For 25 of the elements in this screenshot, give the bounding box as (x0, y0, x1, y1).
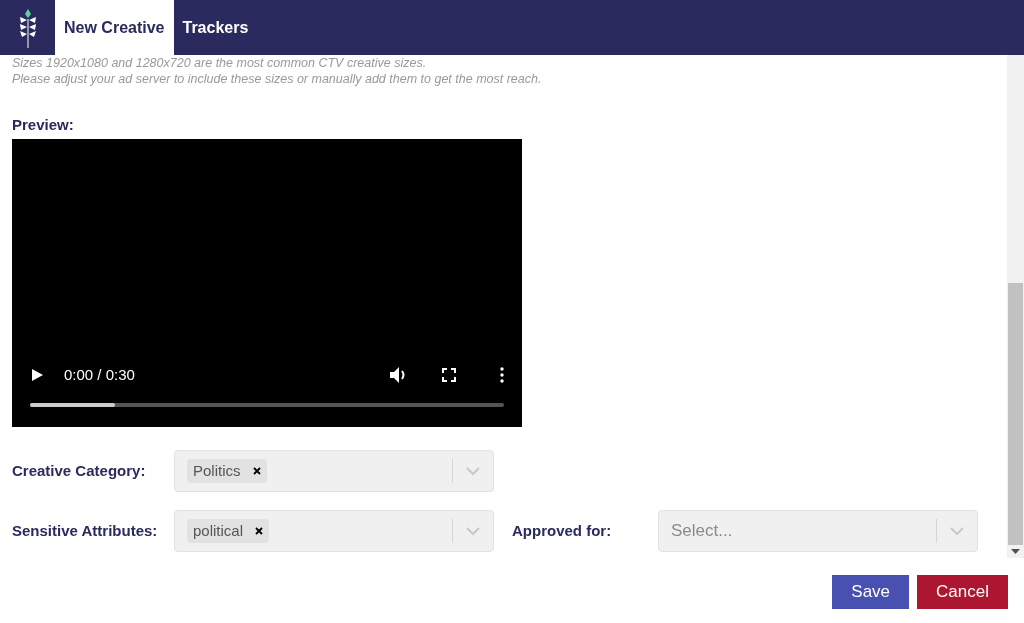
fullscreen-icon[interactable] (442, 368, 456, 382)
more-icon[interactable] (500, 367, 504, 383)
tab[interactable]: New Creative (55, 0, 174, 55)
play-icon[interactable] (30, 368, 44, 382)
select-field[interactable]: Politics (174, 450, 494, 492)
tab[interactable]: Trackers (173, 0, 258, 55)
hint-text: Please adjust your ad server to include these sizes or manually add them to get the most reach. (12, 71, 543, 87)
select-field[interactable]: political (174, 510, 494, 552)
tag: Politics (187, 459, 267, 483)
scroll-down-icon[interactable] (1011, 549, 1020, 554)
video-player[interactable]: 0:00 / 0:30 (12, 139, 522, 427)
field-label: Preview: (12, 116, 74, 133)
save-button[interactable]: Save (832, 575, 910, 609)
select-placeholder: Select... (671, 520, 733, 543)
hint-text: Sizes 1920x1080 and 1280x720 are the most common CTV creative sizes. (12, 55, 428, 71)
cancel-button[interactable]: Cancel (917, 575, 1008, 609)
progress-track[interactable] (30, 403, 504, 407)
tag: political (187, 519, 270, 543)
field-label: Creative Category: (12, 462, 146, 479)
video-time: 0:00 / 0:30 (64, 364, 135, 385)
scrollbar[interactable] (1007, 55, 1024, 558)
field-label: Sensitive Attributes: (12, 522, 158, 539)
remove-icon[interactable] (255, 527, 264, 535)
field-label: Approved for: (512, 522, 612, 539)
remove-icon[interactable] (252, 467, 261, 475)
